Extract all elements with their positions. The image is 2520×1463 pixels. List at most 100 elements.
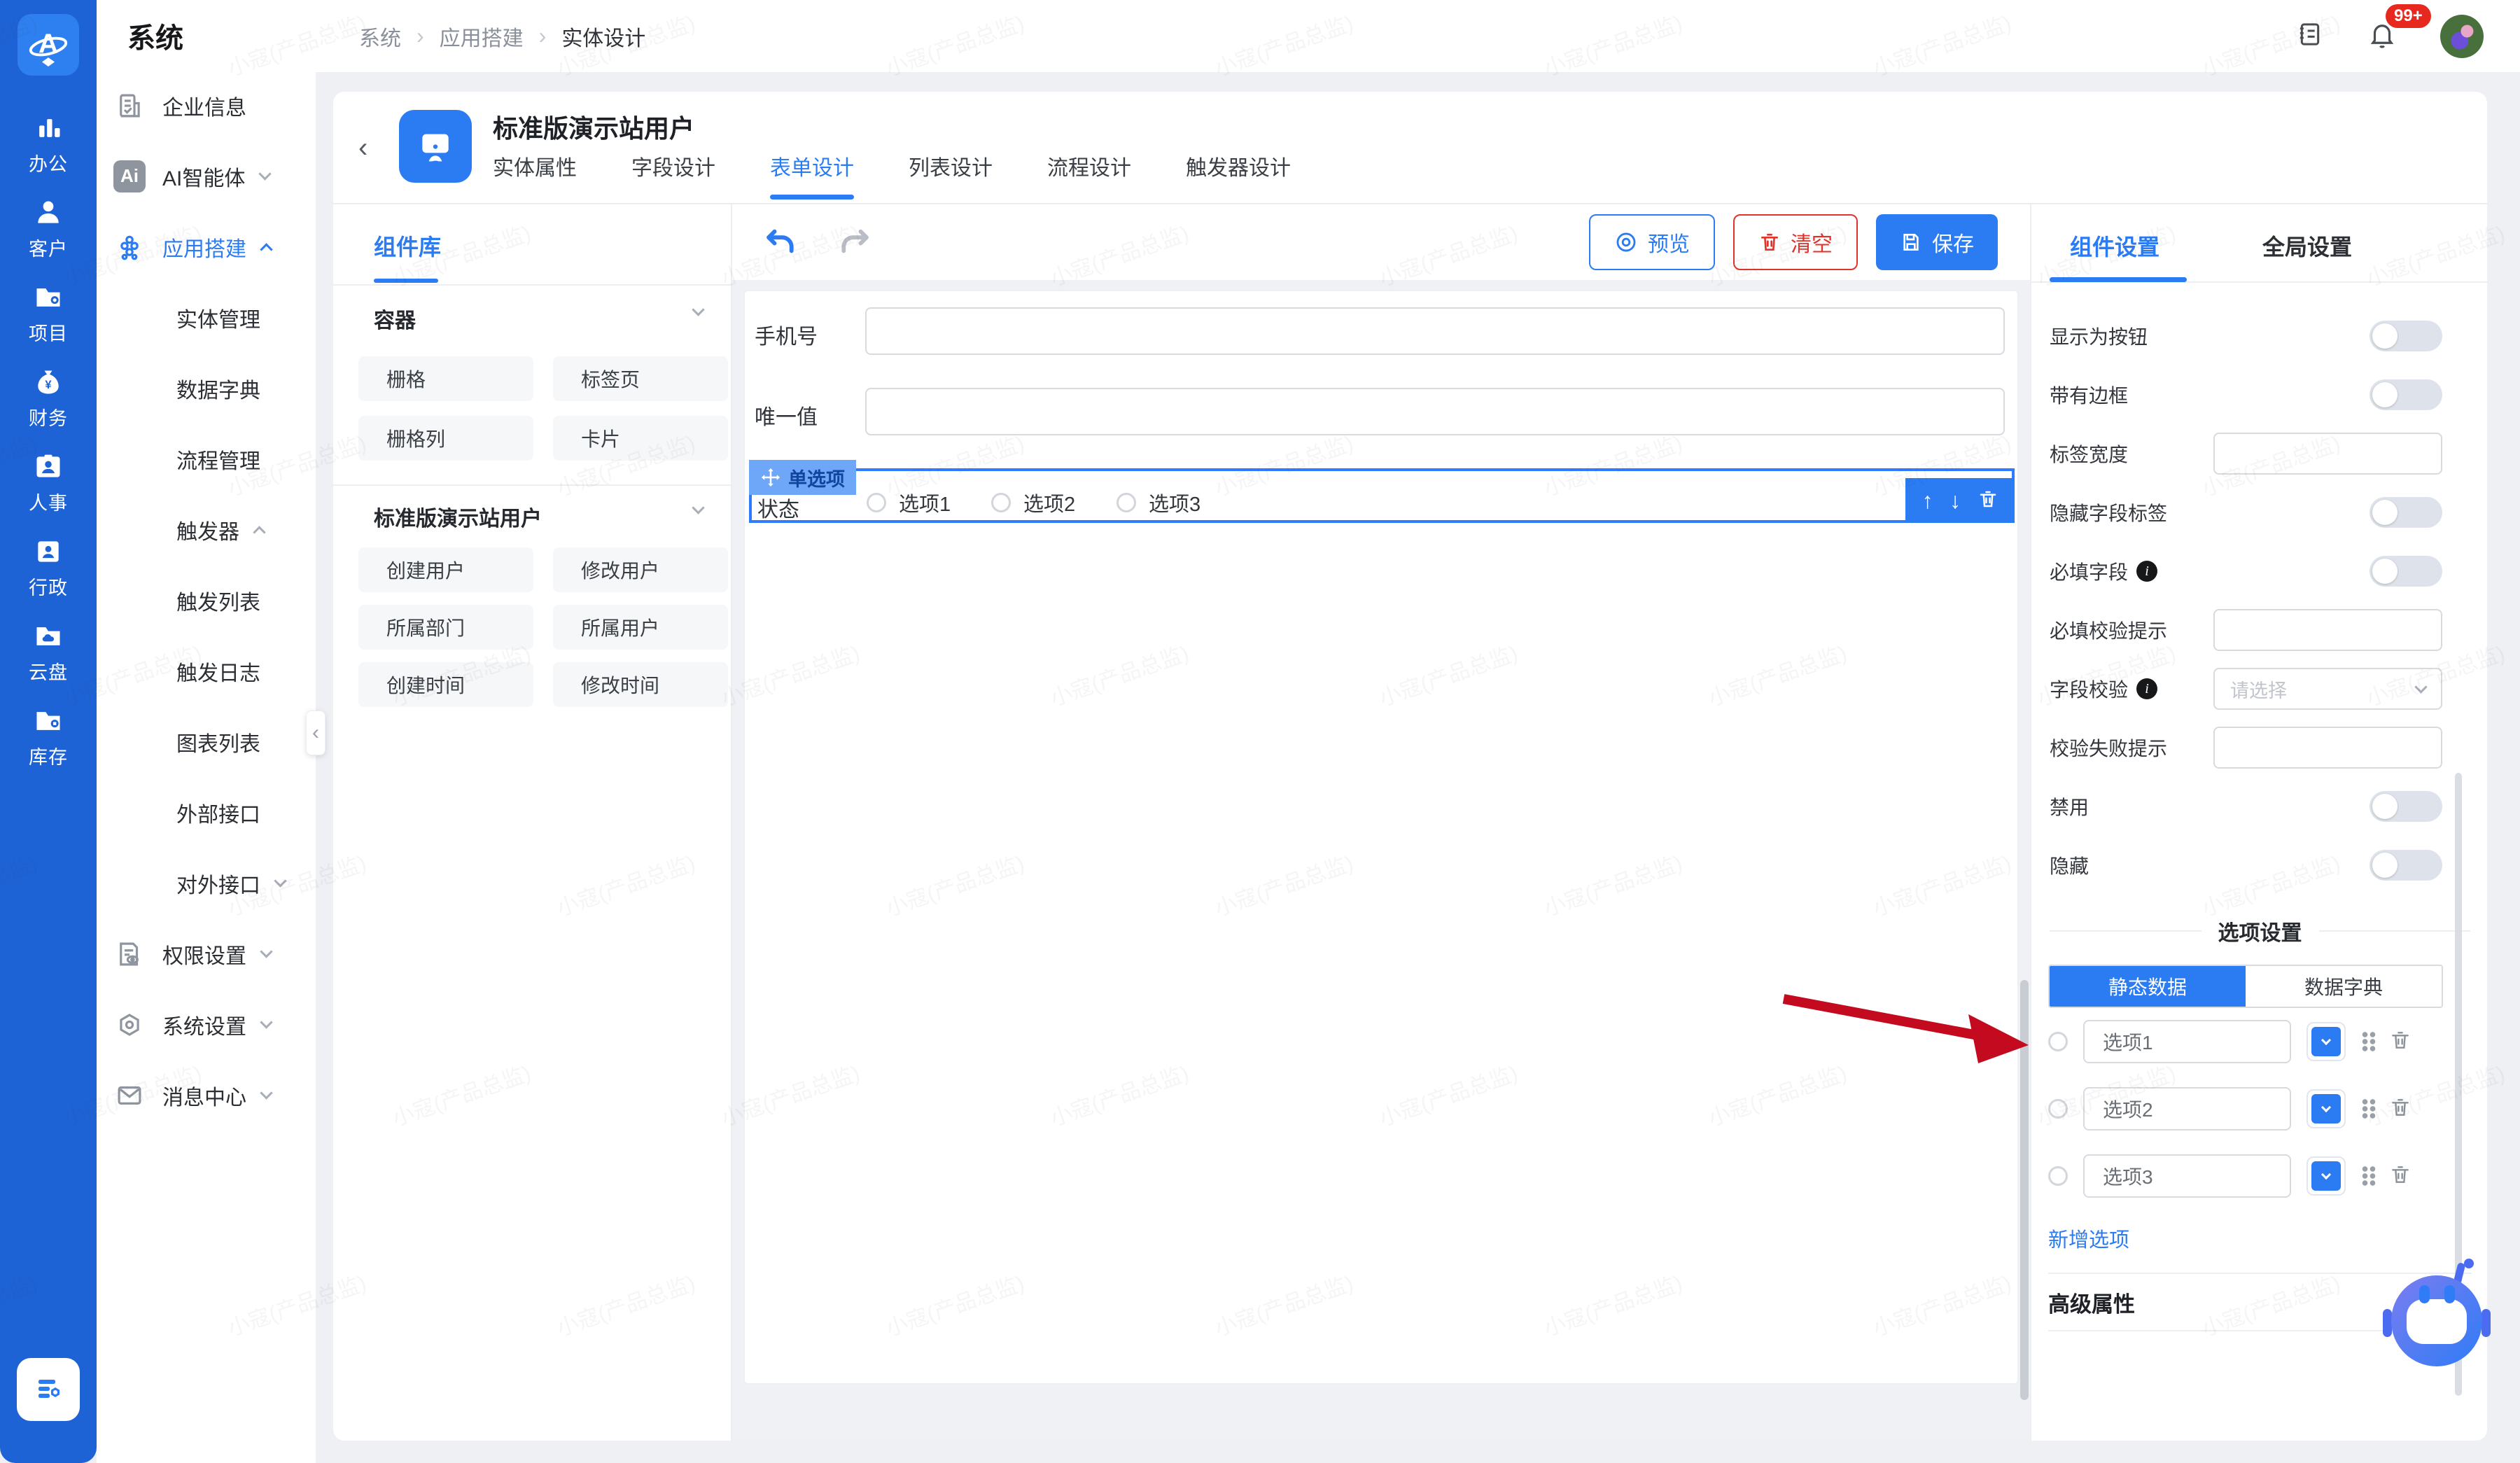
field-validate-select[interactable]: 请选择 <box>2213 668 2442 710</box>
delete-component-button[interactable] <box>1977 489 1998 513</box>
library-chip-create-user[interactable]: 创建用户 <box>358 547 533 592</box>
option-3-input[interactable]: 选项3 <box>2083 1154 2291 1198</box>
clear-button[interactable]: 清空 <box>1733 214 1858 270</box>
label-width-input[interactable] <box>2213 433 2442 475</box>
radio-circle-icon[interactable] <box>1116 493 1136 512</box>
chevron-down-icon[interactable] <box>692 501 704 514</box>
breadcrumb-item[interactable]: 应用搭建 <box>440 21 524 52</box>
option-1-color-dropdown[interactable] <box>2306 1022 2346 1061</box>
rail-item-cloud-disk[interactable]: 云盘 <box>0 613 97 692</box>
sidebar-item-triggers[interactable]: 触发器 <box>97 494 316 565</box>
library-chip-grid[interactable]: 栅格 <box>358 356 533 401</box>
sidebar-item-trigger-list[interactable]: 触发列表 <box>97 565 316 636</box>
sidebar-item-ai-agent[interactable]: Ai AI智能体 <box>97 141 316 211</box>
rail-item-finance[interactable]: ¥ 财务 <box>0 359 97 438</box>
sidebar-item-external-api[interactable]: 外部接口 <box>97 777 316 848</box>
sidebar-item-company-info[interactable]: 企业信息 <box>97 70 316 141</box>
assistant-robot-icon[interactable] <box>2388 1273 2485 1369</box>
library-chip-create-time[interactable]: 创建时间 <box>358 662 533 707</box>
notification-bell[interactable]: 99+ <box>2367 20 2397 52</box>
tab-field-design[interactable]: 字段设计 <box>631 150 715 200</box>
drag-handle-icon[interactable] <box>2361 1098 2376 1119</box>
option-3-color-dropdown[interactable] <box>2306 1156 2346 1196</box>
tab-component-settings[interactable]: 组件设置 <box>2070 230 2160 262</box>
hidden-toggle[interactable] <box>2370 850 2442 881</box>
back-chevron-icon[interactable]: ‹ <box>358 132 368 164</box>
show-as-button-toggle[interactable] <box>2370 321 2442 351</box>
canvas-scrollbar[interactable] <box>2020 287 2029 1435</box>
sidebar-item-system-settings[interactable]: 系统设置 <box>97 989 316 1060</box>
sidebar-item-data-dict[interactable]: 数据字典 <box>97 353 316 424</box>
rail-item-office[interactable]: 办公 <box>0 105 97 183</box>
library-chip-grid-col[interactable]: 栅格列 <box>358 416 533 461</box>
sidebar-item-trigger-log[interactable]: 触发日志 <box>97 636 316 706</box>
drag-handle-icon[interactable] <box>2361 1166 2376 1186</box>
phone-input[interactable] <box>865 307 2005 355</box>
validate-fail-message-input[interactable] <box>2213 727 2442 769</box>
rail-item-admin[interactable]: 行政 <box>0 528 97 607</box>
radio-circle-icon[interactable] <box>991 493 1011 512</box>
segment-static-data[interactable]: 静态数据 <box>2050 966 2246 1007</box>
rail-bottom-button[interactable] <box>17 1358 80 1421</box>
sidebar-item-entity-mgmt[interactable]: 实体管理 <box>97 282 316 353</box>
move-down-button[interactable]: ↓ <box>1949 488 1961 514</box>
tab-global-settings[interactable]: 全局设置 <box>2262 230 2352 262</box>
selected-radio-component[interactable]: 状态 单选项 选项1 选项2 选项3 <box>749 468 2015 523</box>
tab-form-design[interactable]: 表单设计 <box>770 150 854 200</box>
rail-item-inventory[interactable]: 库存 <box>0 698 97 776</box>
required-toggle[interactable] <box>2370 556 2442 587</box>
radio-circle-icon[interactable] <box>2048 1166 2068 1186</box>
move-up-button[interactable]: ↑ <box>1922 488 1933 514</box>
info-icon[interactable] <box>2136 561 2157 582</box>
tab-trigger-design[interactable]: 触发器设计 <box>1186 150 1291 200</box>
journal-icon[interactable] <box>2296 20 2324 52</box>
library-chip-card[interactable]: 卡片 <box>553 416 728 461</box>
rail-item-hr[interactable]: 人事 <box>0 444 97 522</box>
delete-option-button[interactable] <box>2389 1096 2412 1122</box>
chevron-down-icon[interactable] <box>692 303 704 316</box>
segment-data-dict[interactable]: 数据字典 <box>2246 966 2442 1007</box>
component-type-tag[interactable]: 单选项 <box>749 460 856 495</box>
save-button[interactable]: 保存 <box>1876 214 1998 270</box>
sidebar-item-message-center[interactable]: 消息中心 <box>97 1060 316 1130</box>
drag-handle-icon[interactable] <box>2361 1031 2376 1052</box>
sidebar-item-outbound-api[interactable]: 对外接口 <box>97 848 316 918</box>
preview-button[interactable]: 预览 <box>1589 214 1715 270</box>
disabled-toggle[interactable] <box>2370 791 2442 822</box>
radio-circle-icon[interactable] <box>2048 1099 2068 1119</box>
library-section-container[interactable]: 容器 <box>374 303 416 334</box>
library-chip-owner-user[interactable]: 所属用户 <box>553 605 728 650</box>
sidebar-item-app-builder[interactable]: 应用搭建 <box>97 211 316 282</box>
app-logo[interactable]: A <box>18 14 79 76</box>
library-chip-tabs[interactable]: 标签页 <box>553 356 728 401</box>
sidebar-collapse-handle[interactable]: ‹ <box>306 710 326 755</box>
radio-option-2[interactable]: 选项2 <box>991 488 1075 517</box>
breadcrumb-item[interactable]: 系统 <box>359 21 401 52</box>
radio-option-1[interactable]: 选项1 <box>867 488 951 517</box>
add-option-link[interactable]: 新增选项 <box>2048 1224 2129 1253</box>
delete-option-button[interactable] <box>2389 1029 2412 1055</box>
user-avatar[interactable] <box>2440 15 2484 58</box>
undo-button[interactable] <box>760 220 801 265</box>
redo-button[interactable] <box>834 220 875 265</box>
radio-circle-icon[interactable] <box>2048 1032 2068 1051</box>
library-chip-department[interactable]: 所属部门 <box>358 605 533 650</box>
rail-item-customers[interactable]: 客户 <box>0 190 97 268</box>
bordered-toggle[interactable] <box>2370 379 2442 410</box>
required-message-input[interactable] <box>2213 609 2442 651</box>
tab-entity-props[interactable]: 实体属性 <box>493 150 577 200</box>
rail-item-projects[interactable]: 项目 <box>0 274 97 353</box>
library-chip-modify-user[interactable]: 修改用户 <box>553 547 728 592</box>
tab-flow-design[interactable]: 流程设计 <box>1047 150 1131 200</box>
library-section-entity-fields[interactable]: 标准版演示站用户 <box>374 501 542 532</box>
delete-option-button[interactable] <box>2389 1163 2412 1189</box>
library-chip-modify-time[interactable]: 修改时间 <box>553 662 728 707</box>
sidebar-item-process-mgmt[interactable]: 流程管理 <box>97 424 316 494</box>
sidebar-item-permissions[interactable]: 权限设置 <box>97 918 316 989</box>
tab-list-design[interactable]: 列表设计 <box>909 150 993 200</box>
unique-value-input[interactable] <box>865 388 2005 435</box>
radio-circle-icon[interactable] <box>867 493 886 512</box>
info-icon[interactable] <box>2136 678 2157 699</box>
radio-option-3[interactable]: 选项3 <box>1116 488 1200 517</box>
sidebar-item-chart-list[interactable]: 图表列表 <box>97 706 316 777</box>
